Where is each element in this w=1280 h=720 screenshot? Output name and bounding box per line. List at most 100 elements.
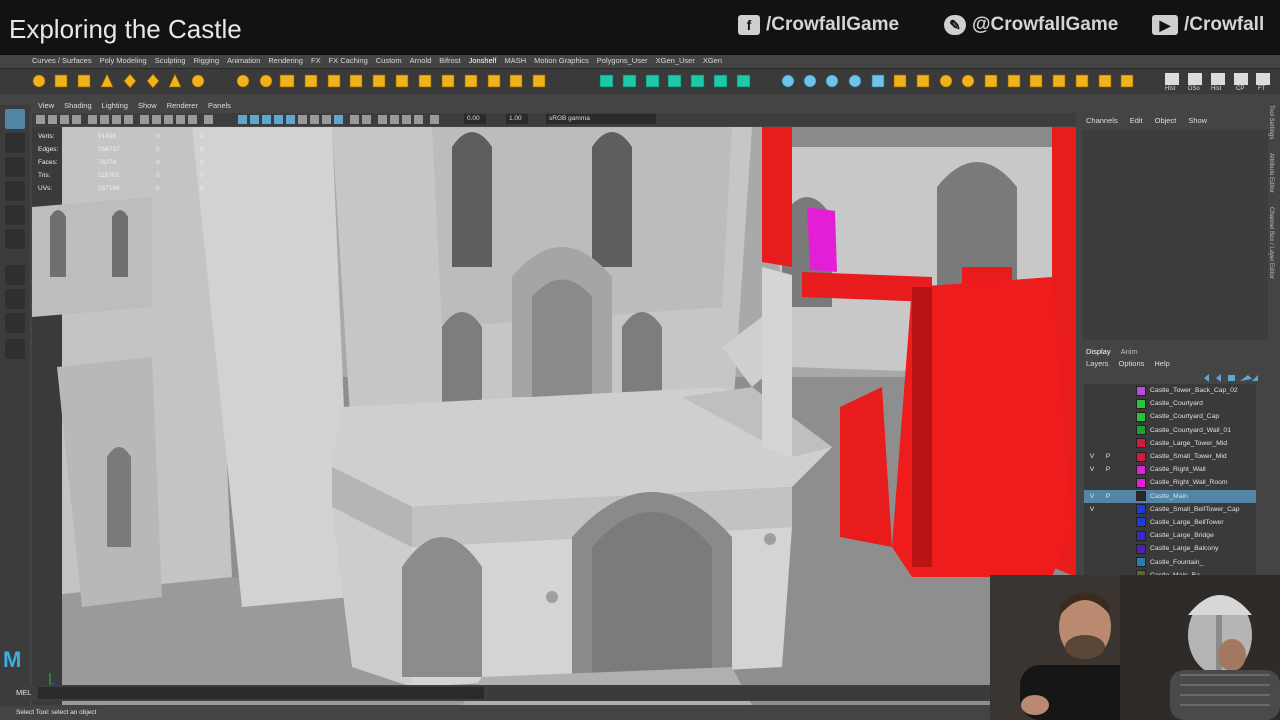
viewport-menu-item[interactable]: Lighting <box>102 101 128 113</box>
twitter-handle: ✎ @CrowfallGame <box>944 14 1118 36</box>
layer-row[interactable]: Castle_Fountain_ <box>1084 555 1256 568</box>
layer-row[interactable]: Castle_Large_Balcony <box>1084 542 1256 555</box>
viewport-menu-item[interactable]: Renderer <box>167 101 198 113</box>
channel-box-menu-item[interactable]: Edit <box>1130 116 1143 125</box>
shelf-tab[interactable]: XGen_User <box>656 55 703 68</box>
paint-select-icon[interactable] <box>5 157 25 177</box>
facebook-handle: f /CrowfallGame <box>738 14 899 36</box>
layer-menu-item[interactable]: Help <box>1154 359 1169 368</box>
outliner-icon[interactable] <box>5 339 25 359</box>
layer-row[interactable]: Castle_Large_Tower_Mid <box>1084 437 1256 450</box>
viewport-toolbar-icons[interactable] <box>32 113 462 126</box>
side-tab[interactable]: Tool Settings <box>1268 105 1274 139</box>
layer-row[interactable]: Castle_Large_Bridge <box>1084 529 1256 542</box>
layer-color-swatch[interactable] <box>1136 411 1146 422</box>
viewport-menu-item[interactable]: Panels <box>208 101 231 113</box>
tab-anim[interactable]: Anim <box>1121 347 1138 356</box>
exposure-field[interactable]: 0.00 <box>464 114 486 124</box>
layer-color-swatch[interactable] <box>1136 543 1146 554</box>
layer-row[interactable]: V Castle_Small_BellTower_Cap <box>1084 503 1256 516</box>
visibility-toggle[interactable]: V <box>1084 493 1100 500</box>
gamma-field[interactable]: 1.00 <box>506 114 528 124</box>
shelf-tab[interactable]: Polygons_User <box>597 55 656 68</box>
hud-row: Faces: 76274 0 0 <box>38 159 204 166</box>
tab-display[interactable]: Display <box>1086 347 1111 356</box>
channel-box-menu-item[interactable]: Show <box>1188 116 1207 125</box>
shelf-tab-active[interactable]: Jonshelf <box>469 55 505 68</box>
command-input[interactable] <box>38 687 484 699</box>
layer-color-swatch[interactable] <box>1136 425 1146 436</box>
layer-row[interactable]: Castle_Courtyard_Cap <box>1084 410 1256 423</box>
shelf-tab[interactable]: Rigging <box>194 55 227 68</box>
layer-color-swatch[interactable] <box>1136 491 1146 502</box>
shelf-tab[interactable]: Custom <box>376 55 410 68</box>
layer-row[interactable]: V P Castle_Small_Tower_Mid <box>1084 450 1256 463</box>
layer-color-swatch[interactable] <box>1136 451 1146 462</box>
rotate-tool-icon[interactable] <box>5 205 25 225</box>
shelf-tab[interactable]: Rendering <box>268 55 311 68</box>
visibility-toggle[interactable]: V <box>1084 466 1100 473</box>
knight-image <box>1120 575 1280 720</box>
viewport-toolbar: 0.00 1.00 sRGB gamma <box>32 113 1076 126</box>
shelf-tab[interactable]: Bifrost <box>439 55 468 68</box>
layer-row[interactable]: Castle_Courtyard <box>1084 397 1256 410</box>
two-view-icon[interactable] <box>5 313 25 333</box>
side-tab[interactable]: Attribute Editor <box>1268 153 1274 193</box>
layer-row[interactable]: Castle_Courtyard_Wall_01 <box>1084 424 1256 437</box>
3d-viewport[interactable]: Verts: 91498 0 0 Edges: 166717 0 0 Faces: 76274… <box>32 127 1076 705</box>
layer-menu-item[interactable]: Layers <box>1086 359 1109 368</box>
move-tool-icon[interactable] <box>5 181 25 201</box>
shelf-tab[interactable]: Animation <box>227 55 268 68</box>
channel-box-content[interactable] <box>1082 130 1268 340</box>
viewport-menu-item[interactable]: Shading <box>64 101 92 113</box>
layer-color-swatch[interactable] <box>1136 385 1146 396</box>
channel-box-menu-item[interactable]: Object <box>1155 116 1177 125</box>
shelf-tab[interactable]: FX Caching <box>329 55 376 68</box>
layer-row[interactable]: Castle_Large_BellTower <box>1084 516 1256 529</box>
layer-name: Castle_Small_BellTower_Cap <box>1150 505 1240 513</box>
layer-color-swatch[interactable] <box>1136 398 1146 409</box>
shelf-tab[interactable]: Poly Modeling <box>100 55 155 68</box>
layer-row[interactable]: V P Castle_Right_Wall <box>1084 463 1256 476</box>
layer-menu-item[interactable]: Options <box>1119 359 1145 368</box>
four-view-icon[interactable] <box>5 289 25 309</box>
scale-tool-icon[interactable] <box>5 229 25 249</box>
single-view-icon[interactable] <box>5 265 25 285</box>
shelf-tab[interactable]: Curves / Surfaces <box>32 55 100 68</box>
shelf-tab[interactable]: Motion Graphics <box>534 55 597 68</box>
shelf-tab[interactable]: Sculpting <box>155 55 194 68</box>
colorspace-dropdown[interactable]: sRGB gamma <box>546 114 656 124</box>
layer-row[interactable]: V P Castle_Main <box>1084 489 1256 503</box>
shelf-tab[interactable]: XGen <box>703 55 730 68</box>
layer-name: Castle_Fountain_ <box>1150 558 1204 566</box>
layer-row[interactable]: Castle_Right_Wall_Room <box>1084 476 1256 489</box>
layer-color-swatch[interactable] <box>1136 438 1146 449</box>
viewport-menu-item[interactable]: Show <box>138 101 157 113</box>
visibility-toggle[interactable]: V <box>1084 453 1100 460</box>
shelf-tab[interactable]: FX <box>311 55 329 68</box>
visibility-toggle[interactable]: V <box>1084 506 1100 513</box>
layer-color-swatch[interactable] <box>1136 557 1146 568</box>
shelf-tab[interactable]: Arnold <box>410 55 440 68</box>
shelf-icons[interactable] <box>0 69 1280 95</box>
viewport-menu-item[interactable]: View <box>38 101 54 113</box>
lasso-tool-icon[interactable] <box>5 133 25 153</box>
playback-toggle[interactable]: P <box>1100 466 1116 473</box>
mel-label[interactable]: MEL <box>16 688 31 697</box>
maya-logo-icon: M <box>3 647 22 672</box>
layer-color-swatch[interactable] <box>1136 464 1146 475</box>
layer-color-swatch[interactable] <box>1136 517 1146 528</box>
side-tab[interactable]: Channel Box / Layer Editor <box>1268 207 1274 279</box>
layer-color-swatch[interactable] <box>1136 477 1146 488</box>
stream-title: Exploring the Castle <box>9 14 242 44</box>
layer-toolbar-icons[interactable] <box>1200 373 1260 383</box>
layer-name: Castle_Large_Tower_Mid <box>1150 439 1228 447</box>
playback-toggle[interactable]: P <box>1100 493 1116 500</box>
channel-box-menu-item[interactable]: Channels <box>1086 116 1118 125</box>
layer-color-swatch[interactable] <box>1136 530 1146 541</box>
select-tool-icon[interactable] <box>5 109 25 129</box>
layer-row[interactable]: Castle_Tower_Back_Cap_02 <box>1084 384 1256 397</box>
layer-color-swatch[interactable] <box>1136 504 1146 515</box>
shelf-tab[interactable]: MASH <box>505 55 535 68</box>
playback-toggle[interactable]: P <box>1100 453 1116 460</box>
